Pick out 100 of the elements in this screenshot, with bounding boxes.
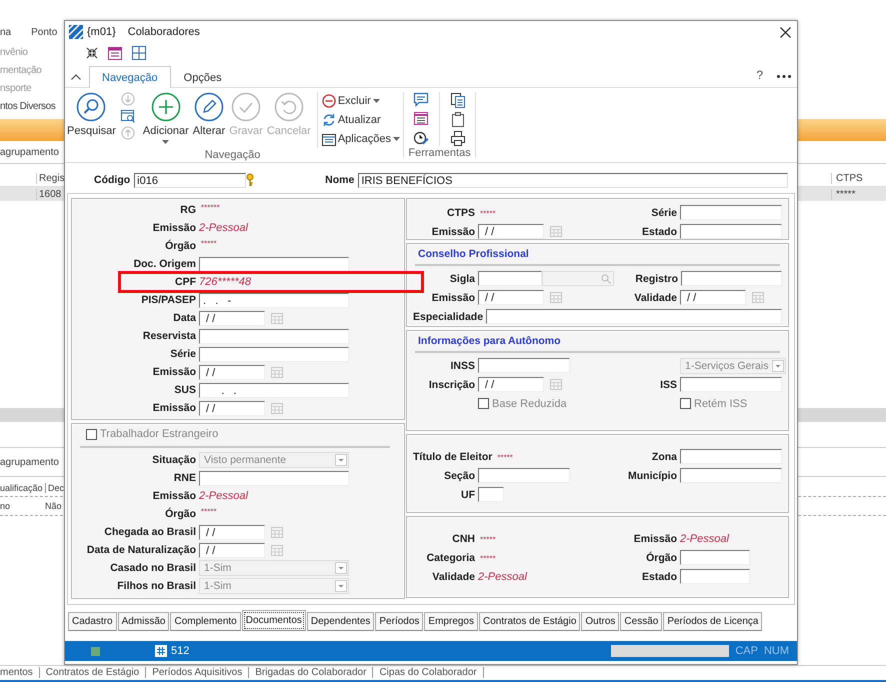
date-field[interactable]: / / — [199, 400, 265, 416]
field-label: Validade — [431, 570, 475, 582]
input-field[interactable] — [680, 468, 782, 483]
field-value: 2-Pessoal — [478, 570, 527, 582]
menu-item[interactable]: na — [0, 26, 12, 38]
pencil-icon[interactable] — [194, 92, 224, 122]
bottom-tab[interactable]: Brigadas do Colaborador — [249, 666, 374, 678]
input-field[interactable] — [680, 449, 782, 464]
app-icon — [69, 25, 83, 39]
form-tab[interactable]: Documentos — [242, 610, 306, 631]
form-tab[interactable]: Cadastro — [68, 612, 117, 631]
documents-icon[interactable] — [450, 92, 466, 108]
table-cell: Não — [45, 501, 62, 511]
plus-icon[interactable] — [150, 92, 181, 122]
field-label: PIS/PASEP — [140, 294, 196, 306]
input-field[interactable] — [199, 470, 349, 486]
field-label: CPF — [174, 276, 196, 288]
window-search-icon[interactable] — [120, 109, 135, 123]
help-button[interactable]: ? — [756, 68, 763, 82]
input-field[interactable] — [486, 309, 782, 324]
grid-icon[interactable] — [132, 46, 146, 60]
ribbon-tab[interactable]: Navegação — [89, 66, 171, 88]
input-field[interactable] — [478, 271, 542, 286]
grouping-label: agrupamento — [0, 456, 59, 468]
input-field[interactable] — [478, 468, 570, 483]
search-icon — [601, 274, 611, 284]
form-tab[interactable]: Complemento — [170, 612, 241, 631]
section-title: Conselho Profissional — [415, 244, 780, 266]
ribbon-button[interactable]: Alterar — [190, 92, 228, 137]
speech-bubble-icon[interactable] — [413, 92, 430, 108]
field-label: Inscrição — [428, 378, 475, 390]
bottom-tab[interactable]: mentos — [0, 666, 40, 678]
checkbox-box-icon — [680, 398, 691, 409]
ribbon-tab[interactable]: Opções — [170, 66, 235, 88]
masked-value: ***** — [201, 239, 217, 248]
ribbon-button[interactable]: Aplicações — [322, 130, 400, 148]
date-field[interactable]: / / — [199, 524, 265, 540]
date-field[interactable]: / / — [478, 224, 544, 239]
form-tab[interactable]: Dependentes — [306, 612, 374, 631]
input-field[interactable] — [680, 377, 782, 392]
ribbon-button[interactable]: Adicionar — [140, 92, 191, 144]
ribbon-button[interactable]: Pesquisar — [65, 92, 118, 137]
close-icon[interactable] — [780, 26, 791, 38]
field-label: Chegada ao Brasil — [103, 526, 196, 538]
field-label: SUS — [173, 384, 196, 396]
input-field[interactable] — [199, 346, 349, 362]
lookup-field[interactable] — [542, 271, 614, 286]
bottom-tab[interactable]: Cipas do Colaborador — [373, 666, 484, 678]
field-label: Situação — [151, 454, 196, 466]
date-field[interactable]: / / — [199, 542, 265, 558]
calendar-icon[interactable] — [108, 46, 122, 60]
date-field[interactable]: / / — [199, 310, 265, 326]
input-field[interactable] — [680, 224, 782, 239]
form-tab[interactable]: Cessão — [620, 612, 662, 631]
input-field[interactable] — [680, 205, 782, 220]
field-label: Data de Naturalização — [86, 544, 196, 556]
form-tab[interactable]: Contratos de Estágio — [479, 612, 580, 631]
input-field[interactable]: . . - — [199, 292, 349, 308]
date-field[interactable]: / / — [478, 377, 544, 392]
minus-icon — [322, 94, 336, 108]
column-header[interactable]: CTPS — [831, 172, 886, 184]
section-title: Informações para Autônomo — [415, 331, 780, 353]
ribbon-button[interactable]: Excluir — [322, 92, 400, 110]
input-field[interactable]: IRIS BENEFÍCIOS — [358, 172, 788, 188]
input-field[interactable] — [478, 358, 570, 373]
more-icon[interactable] — [777, 75, 791, 78]
form-tab[interactable]: Outros — [581, 612, 620, 631]
input-field[interactable] — [680, 569, 750, 584]
input-field[interactable]: . . — [199, 382, 349, 398]
input-field[interactable] — [199, 328, 349, 344]
form-tab[interactable]: Períodos de Licença — [663, 612, 762, 631]
refresh-icon — [322, 113, 336, 127]
shrink-icon[interactable] — [86, 47, 98, 59]
input-field[interactable] — [681, 271, 782, 286]
input-field[interactable] — [199, 256, 349, 272]
menu-item[interactable]: Ponto — [31, 26, 58, 38]
input-field[interactable]: i016 — [134, 172, 246, 188]
column-header[interactable]: ualificação — [0, 483, 45, 493]
list-icon[interactable] — [413, 111, 430, 127]
clipboard-icon[interactable] — [450, 111, 466, 127]
date-field[interactable]: / / — [680, 290, 746, 305]
form-tab[interactable]: Empregos — [424, 612, 478, 631]
form-tab[interactable]: Períodos — [375, 612, 424, 631]
field-label: Zona — [650, 450, 677, 462]
date-field[interactable]: / / — [478, 290, 544, 305]
bottom-tab[interactable]: Contratos de Estágio — [40, 666, 146, 678]
caret-icon — [393, 137, 400, 141]
bottom-tab[interactable]: Períodos Aquisitivos — [146, 666, 250, 678]
form-tab[interactable]: Admissão — [118, 612, 170, 631]
input-field[interactable] — [478, 487, 504, 502]
ribbon-button[interactable]: Atualizar — [322, 111, 400, 129]
printer-icon[interactable] — [450, 130, 466, 146]
field-label: Emissão — [430, 226, 475, 238]
field-label: ISS — [659, 378, 677, 390]
search-icon[interactable] — [76, 92, 106, 122]
date-field[interactable]: / / — [199, 364, 265, 380]
checkbox-box-icon — [478, 398, 489, 409]
collapse-icon[interactable] — [71, 74, 81, 80]
clock-pen-icon[interactable] — [413, 130, 430, 146]
input-field[interactable] — [680, 550, 750, 565]
